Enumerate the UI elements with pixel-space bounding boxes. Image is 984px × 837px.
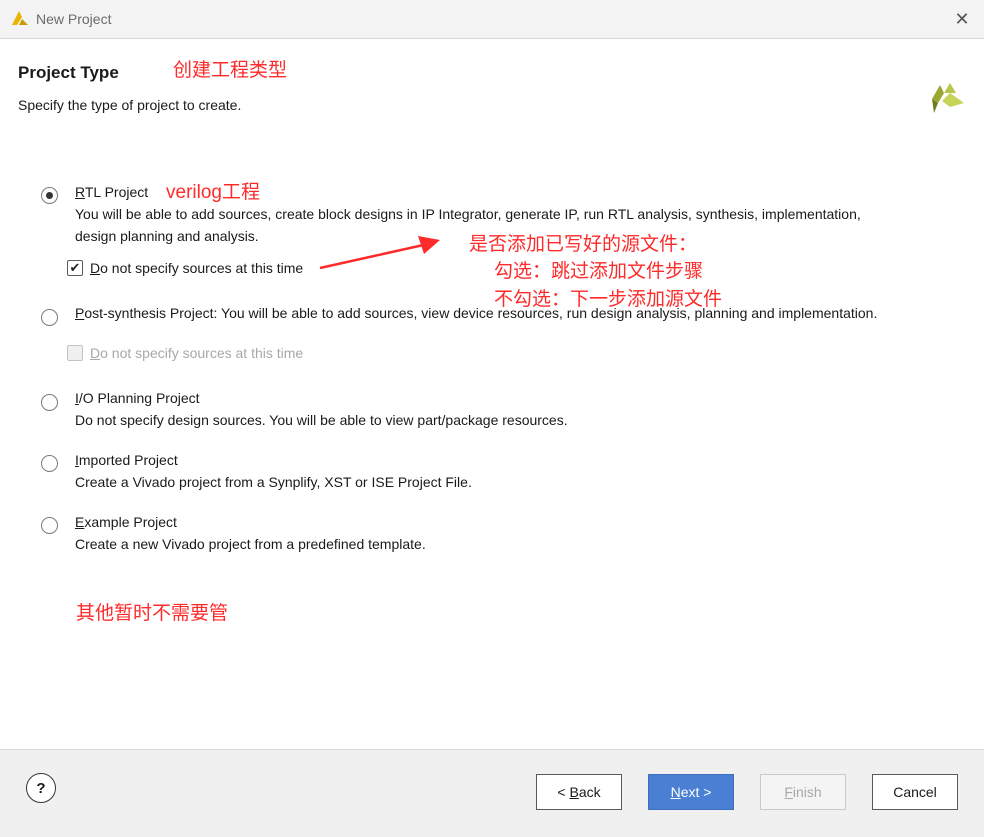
checkbox-post-synthesis-no-sources[interactable]: [67, 345, 83, 361]
option-desc-io-planning: Do not specify design sources. You will …: [75, 412, 568, 428]
annotation-project-type: 创建工程类型: [173, 60, 288, 81]
radio-post-synthesis-project[interactable]: [41, 309, 58, 326]
page-subtitle: Specify the type of project to create.: [18, 97, 242, 113]
option-desc-rtl-line-1: You will be able to add sources, create …: [75, 206, 861, 222]
annotation-others: 其他暂时不需要管: [76, 603, 229, 624]
option-label-rtl-project[interactable]: RTL Project: [75, 184, 148, 200]
back-button[interactable]: < Back: [536, 774, 622, 810]
option-label-example[interactable]: Example Project: [75, 514, 177, 530]
checkbox-rtl-no-sources[interactable]: ✔: [67, 260, 83, 276]
vivado-app-icon: [12, 11, 28, 25]
page-title: Project Type: [18, 63, 119, 82]
option-desc-rtl-line-2: design planning and analysis.: [75, 228, 259, 244]
radio-imported-project[interactable]: [41, 455, 58, 472]
option-desc-example: Create a new Vivado project from a prede…: [75, 536, 426, 552]
finish-button[interactable]: Finish: [760, 774, 846, 810]
close-icon[interactable]: ✕: [950, 8, 974, 30]
radio-io-planning-project[interactable]: [41, 394, 58, 411]
xilinx-logo-icon: [932, 83, 964, 113]
annotation-question: 是否添加已写好的源文件：: [469, 234, 698, 255]
annotation-verilog: verilog工程: [166, 182, 260, 203]
annotation-arrow: [319, 236, 440, 270]
radio-rtl-project[interactable]: [41, 187, 58, 204]
option-label-post-synthesis[interactable]: Post-synthesis Project: You will be able…: [75, 305, 877, 321]
radio-example-project[interactable]: [41, 517, 58, 534]
next-button[interactable]: Next >: [648, 774, 734, 810]
checkbox-label-post-synthesis-no-sources[interactable]: Do not specify sources at this time: [90, 345, 303, 361]
title-bar: New Project ✕: [0, 0, 984, 39]
cancel-button[interactable]: Cancel: [872, 774, 958, 810]
option-label-io-planning[interactable]: I/O Planning Project: [75, 390, 200, 406]
help-button[interactable]: ?: [26, 773, 56, 803]
option-desc-imported: Create a Vivado project from a Synplify,…: [75, 474, 472, 490]
annotation-checked: 勾选：跳过添加文件步骤: [494, 261, 704, 282]
window-title: New Project: [36, 11, 112, 27]
checkbox-label-rtl-no-sources[interactable]: Do not specify sources at this time: [90, 260, 303, 276]
option-label-imported[interactable]: Imported Project: [75, 452, 178, 468]
